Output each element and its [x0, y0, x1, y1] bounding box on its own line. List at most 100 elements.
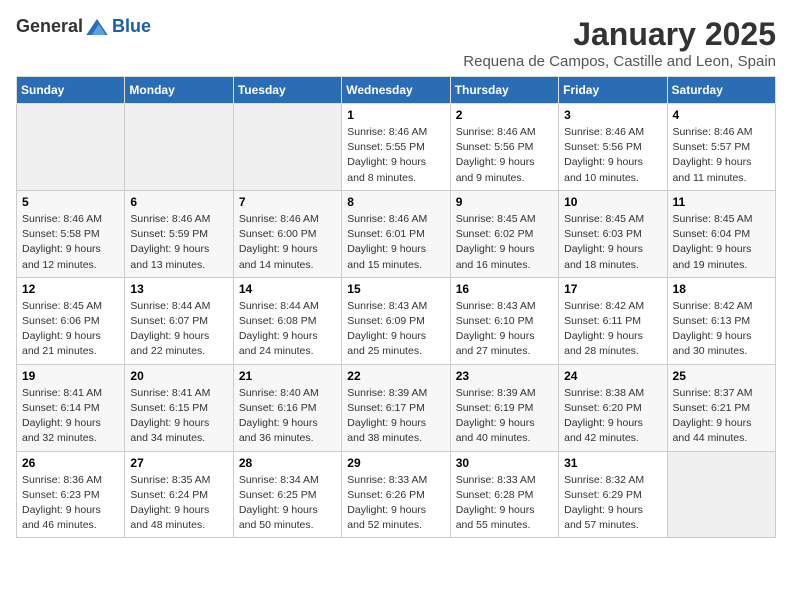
week-row-2: 5 Sunrise: 8:46 AM Sunset: 5:58 PM Daylig…	[17, 190, 776, 277]
day-number: 30	[456, 456, 553, 470]
day-cell: 6 Sunrise: 8:46 AM Sunset: 5:59 PM Daylig…	[125, 190, 233, 277]
day-info: Sunrise: 8:45 AM Sunset: 6:02 PM Dayligh…	[456, 212, 553, 273]
calendar-table: SundayMondayTuesdayWednesdayThursdayFrid…	[16, 76, 776, 538]
day-info: Sunrise: 8:45 AM Sunset: 6:03 PM Dayligh…	[564, 212, 661, 273]
week-row-3: 12 Sunrise: 8:45 AM Sunset: 6:06 PM Dayli…	[17, 277, 776, 364]
day-info: Sunrise: 8:36 AM Sunset: 6:23 PM Dayligh…	[22, 473, 119, 534]
header-row: SundayMondayTuesdayWednesdayThursdayFrid…	[17, 77, 776, 104]
day-info: Sunrise: 8:37 AM Sunset: 6:21 PM Dayligh…	[673, 386, 770, 447]
day-cell: 24Sunrise: 8:38 AM Sunset: 6:20 PM Dayli…	[559, 364, 667, 451]
day-number: 11	[673, 195, 770, 209]
header-cell-saturday: Saturday	[667, 77, 775, 104]
week-row-5: 26 Sunrise: 8:36 AM Sunset: 6:23 PM Dayli…	[17, 451, 776, 538]
day-number: 4	[673, 108, 770, 122]
day-number: 14	[239, 282, 336, 296]
day-cell: 5 Sunrise: 8:46 AM Sunset: 5:58 PM Daylig…	[17, 190, 125, 277]
day-cell: 28 Sunrise: 8:34 AM Sunset: 6:25 PM Dayli…	[233, 451, 341, 538]
day-number: 25	[673, 369, 770, 383]
day-number: 1	[347, 108, 444, 122]
day-info: Sunrise: 8:39 AM Sunset: 6:19 PM Dayligh…	[456, 386, 553, 447]
main-title: January 2025	[463, 16, 776, 53]
logo-icon	[86, 19, 108, 35]
week-row-4: 19 Sunrise: 8:41 AM Sunset: 6:14 PM Dayli…	[17, 364, 776, 451]
logo-text-blue: Blue	[112, 16, 151, 37]
day-info: Sunrise: 8:40 AM Sunset: 6:16 PM Dayligh…	[239, 386, 336, 447]
day-info: Sunrise: 8:41 AM Sunset: 6:15 PM Dayligh…	[130, 386, 227, 447]
header-cell-wednesday: Wednesday	[342, 77, 450, 104]
day-number: 5	[22, 195, 119, 209]
day-cell: 10 Sunrise: 8:45 AM Sunset: 6:03 PM Dayli…	[559, 190, 667, 277]
day-cell: 23Sunrise: 8:39 AM Sunset: 6:19 PM Dayli…	[450, 364, 558, 451]
day-number: 27	[130, 456, 227, 470]
day-cell: 8 Sunrise: 8:46 AM Sunset: 6:01 PM Daylig…	[342, 190, 450, 277]
day-cell: 16 Sunrise: 8:43 AM Sunset: 6:10 PM Dayli…	[450, 277, 558, 364]
day-cell: 26 Sunrise: 8:36 AM Sunset: 6:23 PM Dayli…	[17, 451, 125, 538]
day-cell: 31 Sunrise: 8:32 AM Sunset: 6:29 PM Dayli…	[559, 451, 667, 538]
day-cell: 7 Sunrise: 8:46 AM Sunset: 6:00 PM Daylig…	[233, 190, 341, 277]
day-cell: 13 Sunrise: 8:44 AM Sunset: 6:07 PM Dayli…	[125, 277, 233, 364]
day-cell: 2 Sunrise: 8:46 AM Sunset: 5:56 PM Daylig…	[450, 104, 558, 191]
day-number: 7	[239, 195, 336, 209]
subtitle: Requena de Campos, Castille and Leon, Sp…	[463, 53, 776, 70]
day-info: Sunrise: 8:33 AM Sunset: 6:26 PM Dayligh…	[347, 473, 444, 534]
day-number: 31	[564, 456, 661, 470]
day-number: 28	[239, 456, 336, 470]
header: General Blue January 2025 Requena de Cam…	[16, 16, 776, 70]
day-cell: 17Sunrise: 8:42 AM Sunset: 6:11 PM Dayli…	[559, 277, 667, 364]
day-info: Sunrise: 8:46 AM Sunset: 5:59 PM Dayligh…	[130, 212, 227, 273]
day-cell: 19 Sunrise: 8:41 AM Sunset: 6:14 PM Dayli…	[17, 364, 125, 451]
day-info: Sunrise: 8:32 AM Sunset: 6:29 PM Dayligh…	[564, 473, 661, 534]
day-info: Sunrise: 8:46 AM Sunset: 5:55 PM Dayligh…	[347, 125, 444, 186]
day-cell: 27Sunrise: 8:35 AM Sunset: 6:24 PM Dayli…	[125, 451, 233, 538]
day-info: Sunrise: 8:46 AM Sunset: 5:56 PM Dayligh…	[456, 125, 553, 186]
day-cell: 30Sunrise: 8:33 AM Sunset: 6:28 PM Dayli…	[450, 451, 558, 538]
day-info: Sunrise: 8:38 AM Sunset: 6:20 PM Dayligh…	[564, 386, 661, 447]
title-area: January 2025 Requena de Campos, Castille…	[463, 16, 776, 70]
day-number: 15	[347, 282, 444, 296]
day-info: Sunrise: 8:43 AM Sunset: 6:09 PM Dayligh…	[347, 299, 444, 360]
day-cell	[233, 104, 341, 191]
day-cell: 20 Sunrise: 8:41 AM Sunset: 6:15 PM Dayli…	[125, 364, 233, 451]
header-cell-monday: Monday	[125, 77, 233, 104]
day-number: 22	[347, 369, 444, 383]
day-cell: 1 Sunrise: 8:46 AM Sunset: 5:55 PM Daylig…	[342, 104, 450, 191]
day-number: 20	[130, 369, 227, 383]
header-cell-tuesday: Tuesday	[233, 77, 341, 104]
day-number: 10	[564, 195, 661, 209]
day-info: Sunrise: 8:46 AM Sunset: 5:58 PM Dayligh…	[22, 212, 119, 273]
day-number: 19	[22, 369, 119, 383]
logo-text-general: General	[16, 16, 83, 37]
day-info: Sunrise: 8:46 AM Sunset: 5:56 PM Dayligh…	[564, 125, 661, 186]
day-number: 2	[456, 108, 553, 122]
day-number: 16	[456, 282, 553, 296]
day-info: Sunrise: 8:46 AM Sunset: 6:01 PM Dayligh…	[347, 212, 444, 273]
header-cell-sunday: Sunday	[17, 77, 125, 104]
header-cell-thursday: Thursday	[450, 77, 558, 104]
day-number: 13	[130, 282, 227, 296]
day-info: Sunrise: 8:46 AM Sunset: 5:57 PM Dayligh…	[673, 125, 770, 186]
day-info: Sunrise: 8:45 AM Sunset: 6:04 PM Dayligh…	[673, 212, 770, 273]
day-info: Sunrise: 8:41 AM Sunset: 6:14 PM Dayligh…	[22, 386, 119, 447]
day-number: 29	[347, 456, 444, 470]
day-cell: 21Sunrise: 8:40 AM Sunset: 6:16 PM Dayli…	[233, 364, 341, 451]
day-info: Sunrise: 8:46 AM Sunset: 6:00 PM Dayligh…	[239, 212, 336, 273]
day-info: Sunrise: 8:42 AM Sunset: 6:11 PM Dayligh…	[564, 299, 661, 360]
day-cell	[667, 451, 775, 538]
day-info: Sunrise: 8:43 AM Sunset: 6:10 PM Dayligh…	[456, 299, 553, 360]
day-number: 12	[22, 282, 119, 296]
day-cell	[17, 104, 125, 191]
day-info: Sunrise: 8:45 AM Sunset: 6:06 PM Dayligh…	[22, 299, 119, 360]
day-number: 6	[130, 195, 227, 209]
day-number: 8	[347, 195, 444, 209]
day-cell: 12 Sunrise: 8:45 AM Sunset: 6:06 PM Dayli…	[17, 277, 125, 364]
day-cell: 29 Sunrise: 8:33 AM Sunset: 6:26 PM Dayli…	[342, 451, 450, 538]
day-number: 26	[22, 456, 119, 470]
day-cell: 4 Sunrise: 8:46 AM Sunset: 5:57 PM Daylig…	[667, 104, 775, 191]
day-info: Sunrise: 8:44 AM Sunset: 6:07 PM Dayligh…	[130, 299, 227, 360]
day-number: 3	[564, 108, 661, 122]
day-info: Sunrise: 8:42 AM Sunset: 6:13 PM Dayligh…	[673, 299, 770, 360]
header-cell-friday: Friday	[559, 77, 667, 104]
day-cell: 11 Sunrise: 8:45 AM Sunset: 6:04 PM Dayli…	[667, 190, 775, 277]
day-info: Sunrise: 8:34 AM Sunset: 6:25 PM Dayligh…	[239, 473, 336, 534]
day-cell	[125, 104, 233, 191]
